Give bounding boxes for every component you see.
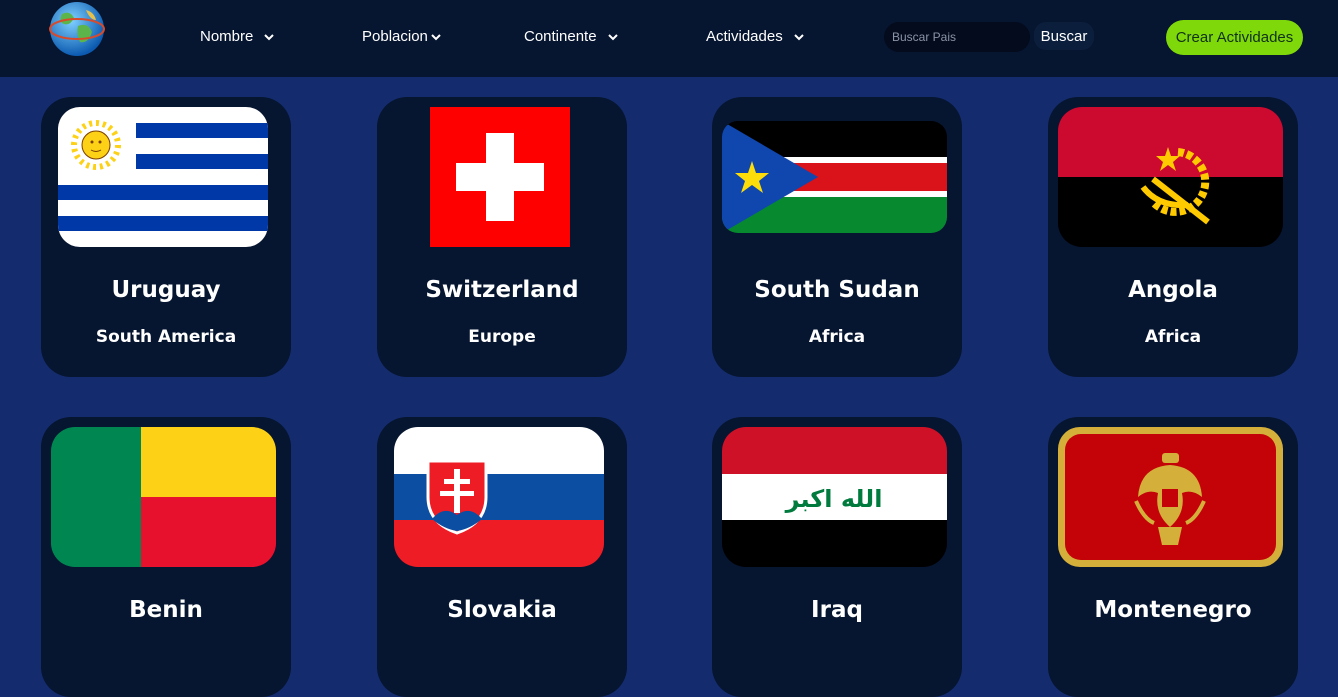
country-name: Montenegro bbox=[1094, 597, 1252, 623]
country-continent: Africa bbox=[1144, 327, 1202, 347]
filter-continente-label: Continente bbox=[524, 28, 597, 45]
country-card-slovakia[interactable]: Slovakia bbox=[377, 417, 627, 697]
country-card-switzerland[interactable]: Switzerland Europe bbox=[377, 97, 627, 377]
country-name: Iraq bbox=[811, 597, 863, 623]
slovakia-flag-icon bbox=[394, 427, 604, 567]
navbar: Nombre Poblacion Continente Actividades … bbox=[0, 0, 1338, 77]
filter-nombre-dropdown[interactable]: Nombre bbox=[200, 28, 275, 45]
country-continent: South America bbox=[95, 327, 237, 347]
country-name: South Sudan bbox=[754, 277, 920, 303]
filter-actividades-dropdown[interactable]: Actividades bbox=[706, 28, 805, 45]
filter-continente-dropdown[interactable]: Continente bbox=[524, 28, 619, 45]
country-card-uruguay[interactable]: Uruguay South America bbox=[41, 97, 291, 377]
country-name: Switzerland bbox=[425, 277, 579, 303]
chevron-down-icon bbox=[264, 33, 275, 40]
country-card-angola[interactable]: Angola Africa bbox=[1048, 97, 1298, 377]
country-continent: Africa bbox=[808, 327, 866, 347]
iraq-flag-text: الله اكبر bbox=[785, 485, 883, 513]
uruguay-flag-icon bbox=[58, 107, 268, 247]
country-card-south-sudan[interactable]: South Sudan Africa bbox=[712, 97, 962, 377]
filter-poblacion-dropdown[interactable]: Poblacion bbox=[362, 28, 442, 45]
angola-flag-icon bbox=[1058, 107, 1283, 247]
chevron-down-icon bbox=[607, 33, 618, 40]
montenegro-flag-icon bbox=[1058, 427, 1283, 567]
south-sudan-flag-icon bbox=[722, 121, 947, 233]
benin-flag-icon bbox=[51, 427, 276, 567]
country-card-iraq[interactable]: الله اكبر Iraq bbox=[712, 417, 962, 697]
search-input[interactable] bbox=[884, 22, 1030, 52]
chevron-down-icon bbox=[794, 33, 804, 40]
switzerland-flag-icon bbox=[430, 107, 570, 247]
country-continent: Europe bbox=[468, 327, 536, 347]
chevron-down-icon bbox=[431, 33, 441, 40]
filter-nombre-label: Nombre bbox=[200, 28, 254, 45]
create-activities-button[interactable]: Crear Actividades bbox=[1166, 20, 1303, 55]
country-card-montenegro[interactable]: Montenegro bbox=[1048, 417, 1298, 697]
country-name: Slovakia bbox=[447, 597, 557, 623]
globe-icon[interactable] bbox=[48, 0, 106, 58]
country-card-benin[interactable]: Benin bbox=[41, 417, 291, 697]
country-name: Angola bbox=[1128, 277, 1218, 303]
filter-actividades-label: Actividades bbox=[706, 28, 783, 45]
filter-poblacion-label: Poblacion bbox=[362, 28, 428, 45]
search-button[interactable]: Buscar bbox=[1034, 22, 1094, 50]
iraq-flag-icon: الله اكبر bbox=[722, 427, 947, 567]
country-name: Uruguay bbox=[111, 277, 221, 303]
country-name: Benin bbox=[129, 597, 203, 623]
